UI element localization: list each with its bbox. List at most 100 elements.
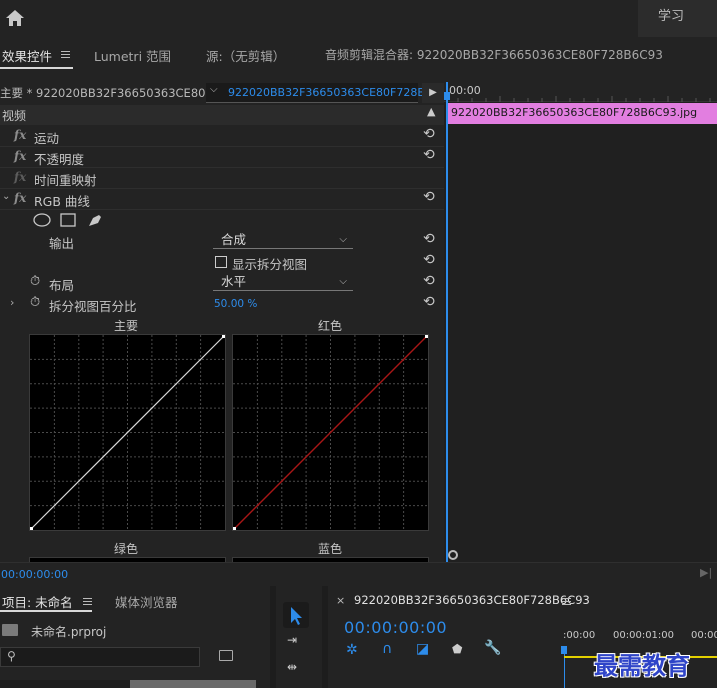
pen-mask-icon[interactable]	[89, 215, 101, 226]
track-select-icon[interactable]: ⇥	[287, 633, 297, 647]
effect-controls-timecode[interactable]: 00:00:00:00	[1, 568, 68, 581]
ruler-label: 00:00	[691, 630, 717, 641]
active-tab-underline	[0, 610, 92, 612]
fx-icon[interactable]: fx	[14, 149, 26, 163]
timeline-scrollbar[interactable]	[446, 549, 706, 561]
learn-tab[interactable]: 学习	[638, 0, 717, 37]
effect-row-opacity[interactable]: fx 不透明度 ⟲	[0, 147, 444, 168]
tools-panel: ⇥ ⇹	[276, 586, 322, 688]
effect-label-motion: 运动	[34, 131, 60, 146]
output-dropdown[interactable]: 合成 ⌵	[213, 232, 353, 249]
red-curve-graph[interactable]	[232, 334, 429, 531]
reset-icon[interactable]: ⟲	[423, 231, 435, 247]
expand-chevron-icon[interactable]: ›	[10, 296, 14, 309]
effect-controls-panel: 主要 * 922020BB32F36650363CE80F7... ⌵ 9220…	[0, 80, 444, 562]
play-clip-button[interactable]: ▶	[422, 83, 444, 103]
sequence-ruler[interactable]: :00:00 00:00:01:00 00:00	[561, 628, 717, 646]
chevron-down-icon: ⌵	[339, 276, 347, 287]
curve-point[interactable]	[425, 335, 428, 338]
search-icon: ⚲	[7, 649, 16, 663]
master-curve-graph[interactable]	[29, 334, 226, 531]
fx-icon[interactable]: fx	[14, 128, 26, 142]
clip-bar-label: 922020BB32F36650363CE80F728B6C93.jpg	[451, 106, 698, 119]
reset-icon[interactable]: ⟲	[423, 126, 435, 142]
master-curve-svg	[30, 335, 225, 530]
tab-project[interactable]: 项目: 未命名	[2, 592, 73, 611]
reset-icon[interactable]: ⟲	[423, 273, 435, 289]
fx-icon[interactable]: fx	[14, 191, 26, 205]
curve-point[interactable]	[222, 335, 225, 338]
split-percent-label: 拆分视图百分比	[49, 299, 137, 314]
tab-menu-icon[interactable]	[83, 598, 92, 605]
reset-icon[interactable]: ⟲	[423, 147, 435, 163]
project-scrollbar[interactable]	[0, 680, 256, 688]
tab-source[interactable]: 源:（无剪辑）	[206, 46, 285, 65]
fx-icon: fx	[14, 170, 27, 184]
video-section-header[interactable]: 视频 ▲	[0, 105, 444, 125]
curve-label-red: 红色	[318, 319, 343, 333]
linked-selection-icon[interactable]: ◪	[416, 641, 429, 657]
home-icon[interactable]	[5, 9, 25, 27]
collapse-up-icon[interactable]: ▲	[427, 105, 435, 118]
output-label: 输出	[49, 236, 75, 251]
effect-row-rgb-curves[interactable]: ⌄ fx RGB 曲线 ⟲	[0, 189, 444, 210]
project-search-input[interactable]: ⚲	[0, 647, 200, 667]
ellipse-mask-icon[interactable]	[33, 213, 51, 227]
reset-icon[interactable]: ⟲	[423, 189, 435, 205]
scroll-thumb[interactable]	[130, 680, 256, 688]
split-percent-value[interactable]: 50.00 %	[214, 298, 257, 310]
tab-sequence[interactable]: 922020BB32F36650363CE80F728B6C93	[354, 593, 590, 607]
sequence-timecode[interactable]: 00:00:00:00	[344, 618, 447, 637]
ruler-label: :00:00	[563, 630, 596, 641]
rectangle-mask-icon[interactable]	[60, 213, 76, 227]
curve-point[interactable]	[233, 527, 236, 530]
playhead-line[interactable]	[564, 646, 565, 688]
close-icon[interactable]: ×	[336, 594, 345, 607]
ripple-edit-icon[interactable]: ⇹	[287, 660, 297, 674]
split-percent-row: › ⏱ 拆分视图百分比 50.00 % ⟲	[0, 294, 444, 315]
playhead-marker[interactable]	[444, 92, 450, 100]
selection-tool-button[interactable]	[283, 602, 309, 628]
curve-point[interactable]	[30, 527, 33, 530]
tab-audio-clip-mixer[interactable]: 音频剪辑混合器: 922020BB32F36650363CE80F728B6C9…	[325, 46, 663, 63]
bottom-panels: 项目: 未命名 媒体浏览器 未命名.prproj ⚲ ⇥ ⇹ × 922020B…	[0, 586, 717, 688]
tab-media-browser[interactable]: 媒体浏览器	[115, 592, 178, 611]
output-row: 输出 合成 ⌵ ⟲	[0, 231, 444, 252]
layout-value: 水平	[221, 274, 247, 289]
play-only-audio-icon[interactable]: ▶|	[700, 566, 712, 579]
reset-icon[interactable]: ⟲	[423, 294, 435, 310]
find-icon[interactable]	[219, 650, 233, 661]
layout-dropdown[interactable]: 水平 ⌵	[213, 274, 353, 291]
snap-icon[interactable]: ∩	[382, 641, 392, 657]
playhead-line[interactable]	[446, 82, 448, 562]
project-file-name[interactable]: 未命名.prproj	[31, 623, 106, 640]
stopwatch-icon[interactable]: ⏱	[30, 274, 40, 289]
nest-toggle-icon[interactable]: ✲	[346, 642, 358, 658]
reset-icon[interactable]: ⟲	[423, 252, 435, 268]
wrench-icon[interactable]: 🔧	[484, 640, 501, 656]
clip-bar[interactable]: 922020BB32F36650363CE80F728B6C93.jpg	[446, 103, 717, 124]
effect-row-motion[interactable]: fx 运动 ⟲	[0, 126, 444, 147]
expand-chevron-icon[interactable]: ⌄	[2, 191, 10, 202]
curve-label-green: 绿色	[114, 542, 139, 556]
tab-effect-controls[interactable]: 效果控件	[2, 46, 52, 65]
zoom-handle[interactable]	[448, 550, 458, 560]
stopwatch-icon[interactable]: ⏱	[30, 295, 40, 310]
sequence-panel: × 922020BB32F36650363CE80F728B6C93 00:00…	[328, 586, 717, 688]
timeline-ruler[interactable]: 00:00	[444, 80, 717, 102]
project-panel: 项目: 未命名 媒体浏览器 未命名.prproj ⚲	[0, 586, 270, 688]
top-bar	[0, 0, 717, 37]
folder-icon	[2, 624, 18, 636]
tab-menu-icon[interactable]	[61, 51, 70, 58]
effect-row-time-remap[interactable]: fx 时间重映射	[0, 168, 444, 189]
split-view-label: 显示拆分视图	[232, 257, 308, 272]
tab-menu-icon[interactable]	[562, 598, 571, 605]
sequence-clip-label: 922020BB32F36650363CE80F728B...	[228, 86, 436, 99]
add-marker-icon[interactable]: ⬟	[452, 642, 462, 656]
curve-label-master: 主要	[114, 319, 139, 333]
sequence-clip-dropdown[interactable]: ⌵ 922020BB32F36650363CE80F728B...	[206, 83, 435, 103]
red-curve-svg	[233, 335, 428, 530]
split-view-checkbox[interactable]	[215, 256, 227, 268]
master-clip-label: 主要 * 922020BB32F36650363CE80F7...	[0, 86, 206, 100]
tab-lumetri-scopes[interactable]: Lumetri 范围	[94, 46, 171, 65]
